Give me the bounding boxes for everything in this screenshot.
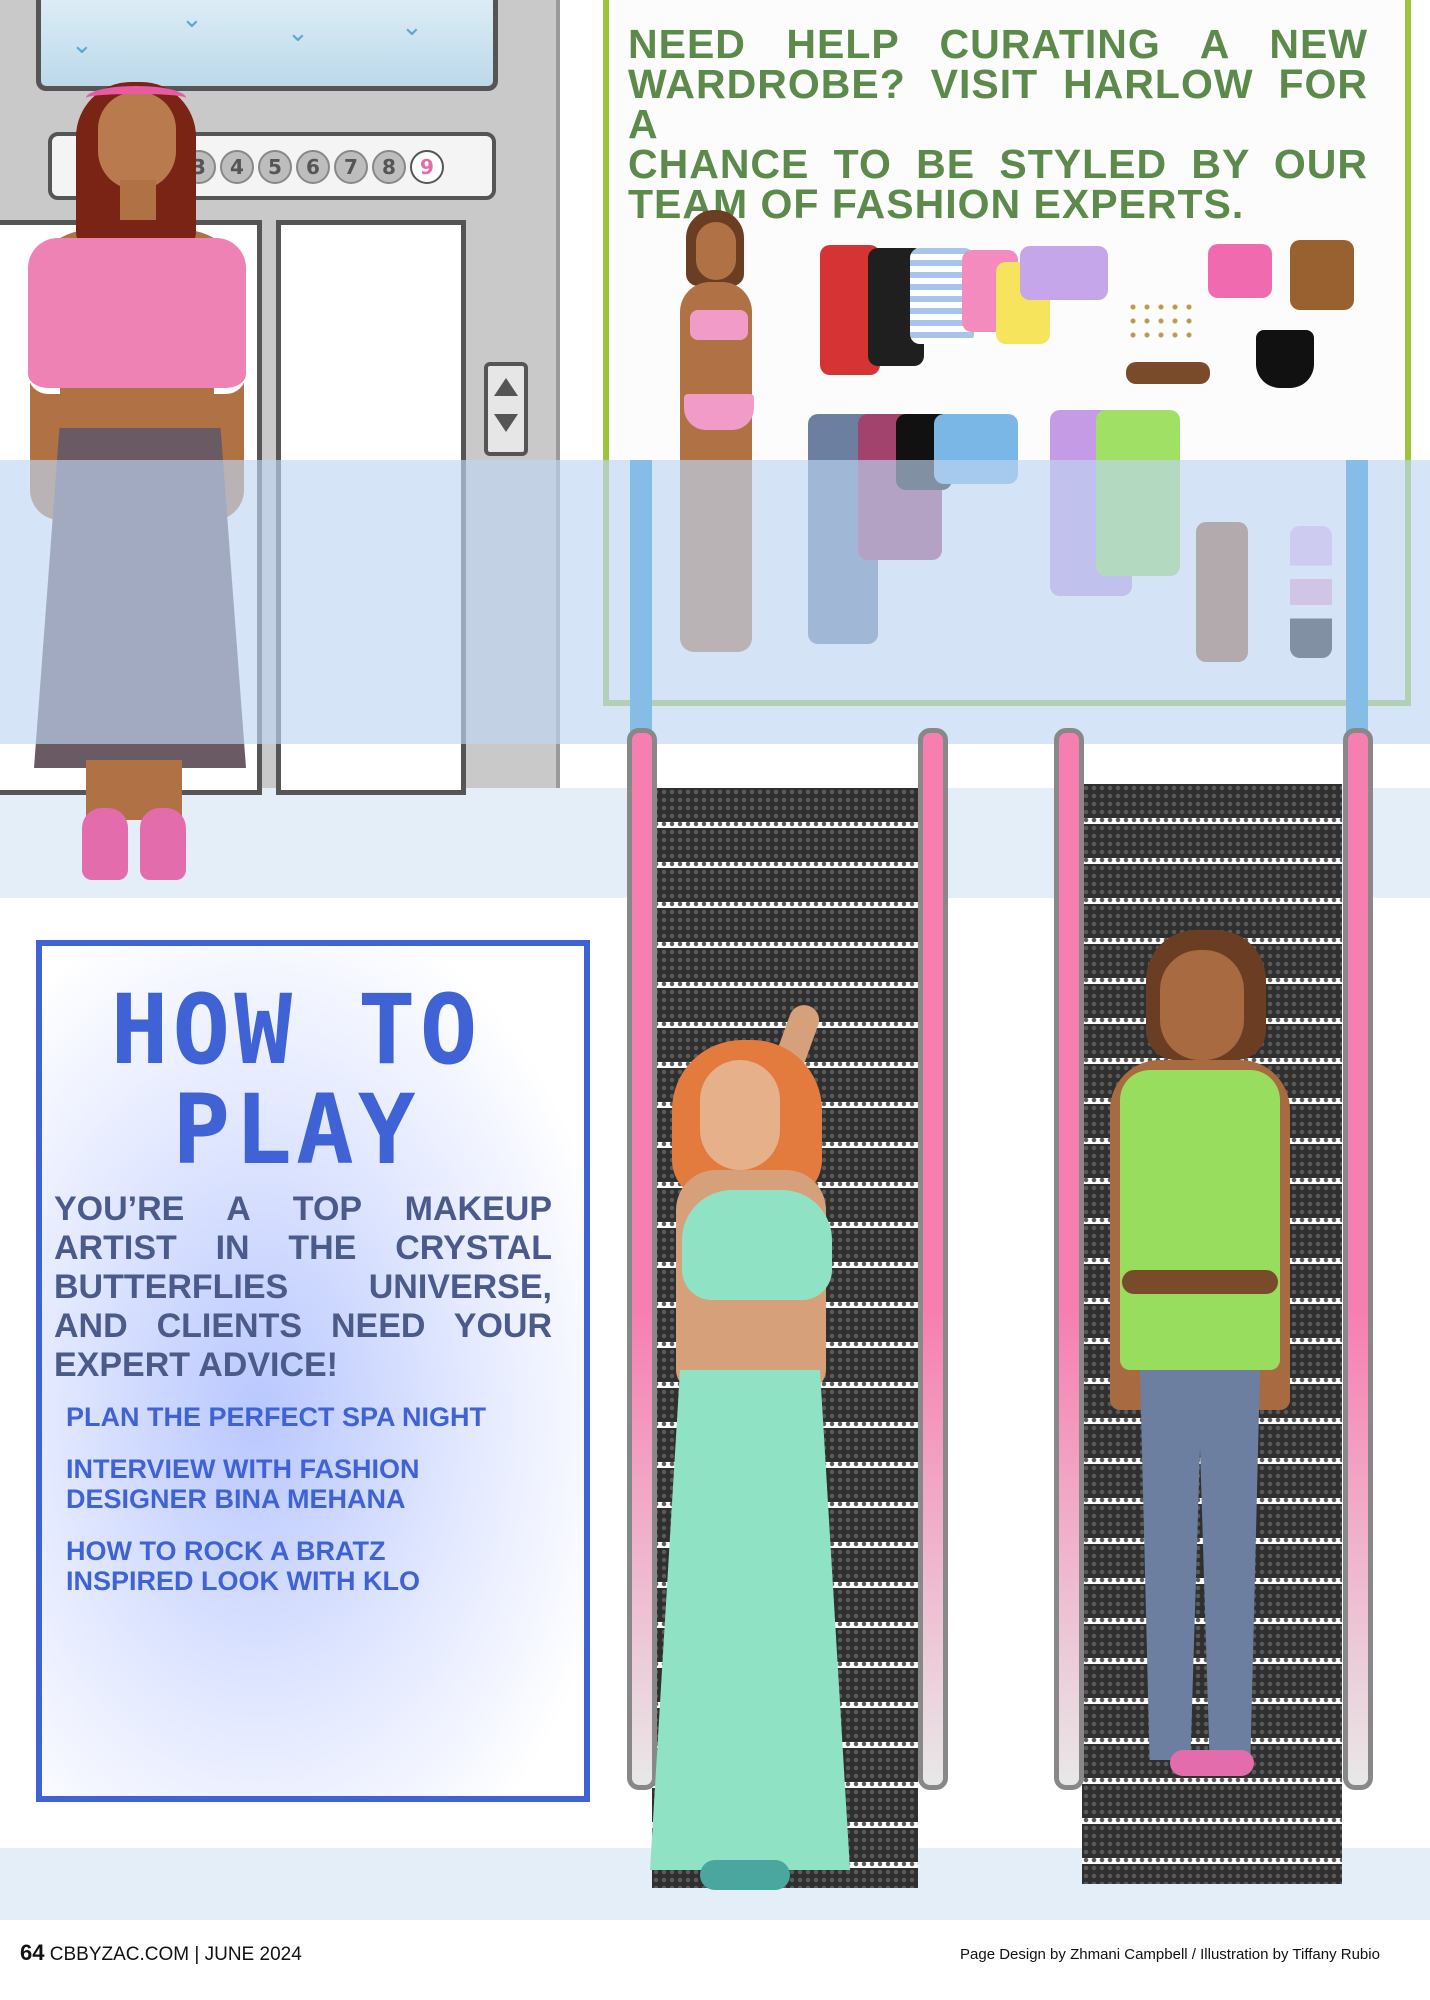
escalator-handrail (918, 728, 948, 1790)
pink-top (28, 238, 246, 394)
how-to-play-title-line1: HOW TO (110, 974, 482, 1086)
woman-bob-face (1160, 950, 1244, 1060)
pink-sandals (1170, 1750, 1254, 1776)
lavender-crop-item[interactable] (1020, 246, 1108, 300)
how-to-play-title-line2: PLAY (172, 1074, 420, 1186)
pink-handbag-item[interactable] (1208, 244, 1272, 298)
bird-icon: ⌄ (181, 4, 203, 34)
feature-bratz-look[interactable]: HOW TO ROCK A BRATZ INSPIRED LOOK WITH K… (66, 1536, 420, 1596)
feature-line: HOW TO ROCK A BRATZ (66, 1536, 386, 1566)
feature-line: INTERVIEW WITH FASHION (66, 1454, 420, 1484)
publication-info[interactable]: CBBYZAC.COM | JUNE 2024 (50, 1944, 302, 1965)
floor-number: 5 (258, 150, 292, 184)
feature-line: PLAN THE PERFECT SPA NIGHT (66, 1402, 487, 1432)
up-arrow-icon[interactable] (494, 378, 518, 396)
promo-line: WARDROBE? VISIT HARLOW FOR A (628, 61, 1368, 147)
paper-doll-face (696, 222, 736, 280)
paper-doll-bottom (684, 394, 754, 430)
headband (86, 86, 186, 110)
belt-item[interactable] (1126, 362, 1210, 384)
woman-red-hair-face (700, 1060, 780, 1170)
black-bag-item[interactable] (1256, 330, 1314, 388)
intro-line: AND CLIENTS NEED YOUR (54, 1307, 552, 1345)
pink-shoe (82, 808, 128, 880)
brown-belt (1122, 1270, 1278, 1294)
wardrobe-promo-text: NEED HELP CURATING A NEW WARDROBE? VISIT… (628, 21, 1368, 227)
escalator-handrail (1343, 728, 1373, 1790)
elevator-window: ⌄ ⌄ ⌄ ⌄ (36, 0, 498, 91)
promo-line: TEAM OF FASHION EXPERTS. (628, 181, 1245, 227)
teal-shoes (700, 1860, 790, 1890)
footer-publication: 64 CBBYZAC.COM | JUNE 2024 (20, 1940, 302, 1966)
mint-skirt (650, 1370, 850, 1870)
brown-handbag-item[interactable] (1290, 240, 1354, 310)
feature-designer-interview[interactable]: INTERVIEW WITH FASHION DESIGNER BINA MEH… (66, 1454, 420, 1514)
earrings-item[interactable] (1126, 300, 1196, 346)
promo-line: CHANCE TO BE STYLED BY OUR (628, 141, 1368, 187)
glass-railing-overlay (0, 460, 1430, 744)
intro-line: BUTTERFLIES UNIVERSE, (54, 1268, 552, 1306)
elevator-call-buttons[interactable] (484, 362, 528, 456)
promo-line: NEED HELP CURATING A NEW (628, 21, 1368, 67)
feature-line: INSPIRED LOOK WITH KLO (66, 1566, 420, 1596)
pink-shoe (140, 808, 186, 880)
intro-line: EXPERT ADVICE! (54, 1346, 339, 1384)
escalator-post (630, 460, 652, 750)
bird-icon: ⌄ (287, 18, 309, 48)
how-to-play-intro: YOU’RE A TOP MAKEUP ARTIST IN THE CRYSTA… (54, 1190, 552, 1385)
floor-number-active: 9 (410, 150, 444, 184)
green-tunic (1120, 1070, 1280, 1370)
down-arrow-icon[interactable] (494, 414, 518, 432)
escalator-handrail (1054, 728, 1084, 1790)
floor-number: 8 (372, 150, 406, 184)
paper-doll-top (690, 310, 748, 340)
floor-number: 4 (220, 150, 254, 184)
woman-elevator-neck (120, 180, 156, 220)
escalator-handrail (627, 728, 657, 1790)
bird-icon: ⌄ (71, 30, 93, 60)
woman-elevator-midriff (60, 388, 214, 432)
floor-number: 7 (334, 150, 368, 184)
escalator-post (1346, 460, 1368, 750)
feature-spa-night[interactable]: PLAN THE PERFECT SPA NIGHT (66, 1402, 486, 1432)
footer-credits: Page Design by Zhmani Campbell / Illustr… (960, 1946, 1380, 1963)
bird-icon: ⌄ (401, 12, 423, 42)
floor-number: 6 (296, 150, 330, 184)
intro-line: ARTIST IN THE CRYSTAL (54, 1229, 552, 1267)
page-number: 64 (20, 1940, 45, 1965)
feature-line: DESIGNER BINA MEHANA (66, 1484, 406, 1514)
mint-top (682, 1190, 832, 1300)
intro-line: YOU’RE A TOP MAKEUP (54, 1190, 552, 1228)
